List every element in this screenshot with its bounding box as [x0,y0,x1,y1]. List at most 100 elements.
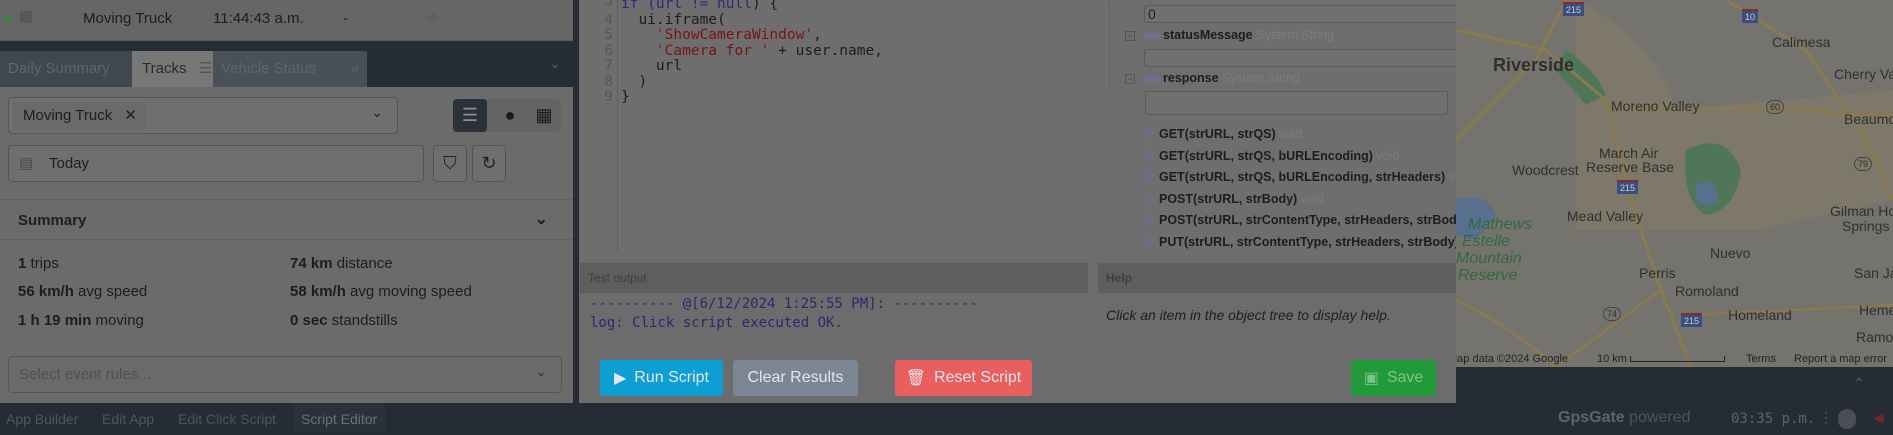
highway-shield: 215 [1563,2,1585,16]
vehicle-select[interactable]: Moving Truck ✕ ⌄ [8,97,398,134]
stat-avg-moving-speed: 58 km/h avg moving speed [290,283,472,300]
property-icon [1144,76,1160,82]
tree-method[interactable]: GET(strURL, strQS) void [1145,126,1302,141]
map-label: Romoland [1675,283,1739,299]
tab-app-builder[interactable]: App Builder [6,403,78,433]
value-field[interactable]: 0 [1144,5,1464,23]
map-label: Reserve [1458,267,1518,284]
summary-header[interactable]: Summary ⌄ [0,199,573,240]
tab-script-editor[interactable]: Script Editor [293,403,386,433]
play-icon: ▶ [613,370,627,387]
clock-icon[interactable]: ● [495,99,525,132]
map-label: Moreno Valley [1611,98,1700,114]
map-label: Homeland [1728,307,1792,323]
method-icon [1145,212,1155,226]
tree-method[interactable]: GET(strURL, strQS, bURLEncoding, strHead… [1145,169,1472,184]
notification-icon[interactable]: ◀ [1873,409,1884,426]
camera-off-icon[interactable]: ⊘ [427,10,437,24]
map-terms-link[interactable]: Terms [1746,353,1776,365]
method-icon [1145,126,1155,140]
map-label: Perris [1639,265,1676,281]
tab-edit-click-script[interactable]: Edit Click Script [178,403,276,433]
date-range-field[interactable]: ▤ Today [8,145,424,182]
script-editor-modal: 3 4 5 6 7 8 9 if (url != null) { ui.ifra… [579,0,1494,403]
gpsgate-logo: GpsGate powered [1558,409,1691,426]
map-label: Mathews [1468,216,1533,233]
row-checkbox[interactable] [20,11,32,23]
run-script-button[interactable]: ▶ Run Script [600,360,723,396]
stat-distance: 74 km distance [290,255,393,272]
map-label: Riverside [1493,55,1575,75]
tab-daily-summary[interactable]: Daily Summary [0,51,132,87]
view-toggle: ☰ ● ▦ [453,99,561,132]
map-label: Woodcrest [1512,162,1579,178]
remove-chip-icon[interactable]: ✕ [124,107,137,124]
button-label: Save [1386,369,1424,386]
reset-script-button[interactable]: 🗑 Reset Script [895,360,1032,396]
report-map-error-link[interactable]: Report a map error [1794,353,1887,365]
chevron-down-icon[interactable]: ⌄ [535,209,548,229]
refresh-button[interactable]: ↻ [472,145,506,182]
more-options-icon[interactable]: ⋮ [1819,409,1833,426]
line-number: 9 [604,89,613,105]
avatar[interactable] [1838,409,1856,429]
statusMessage-field[interactable] [1144,49,1464,67]
vehicle-table-row[interactable]: Moving Truck 11:44:43 a.m. - ⊘ [0,0,573,41]
tree-prop-statusMessage[interactable]: statusMessage System.String [1144,28,1334,42]
collapse-icon[interactable]: − [1125,31,1135,41]
line-number: 3 [604,0,613,9]
chevron-down-icon: ⌄ [535,363,547,379]
map-scale: 10 km [1597,353,1726,365]
property-icon [1144,33,1160,39]
response-textarea[interactable] [1145,91,1448,115]
menu-icon[interactable]: ☰ [199,60,212,77]
calendar-icon: ▤ [19,155,34,172]
tree-method[interactable]: POST(strURL, strContentType, strHeaders,… [1145,212,1494,227]
event-rules-placeholder: Select event rules... [19,366,151,383]
tab-edit-app[interactable]: Edit App [102,403,154,433]
clear-results-button[interactable]: Clear Results [733,360,858,396]
clock-time: 03:35 p.m. [1731,411,1816,427]
map-label: Ramona [1856,329,1893,345]
save-button[interactable]: ▣ Save [1351,360,1436,396]
collapse-icon[interactable]: − [1125,74,1135,84]
test-output-header: Test output [580,263,1088,293]
summary-title: Summary [18,212,87,229]
list-view-icon[interactable]: ☰ [453,99,487,132]
map-label: Beaumont [1844,111,1893,127]
stat-trips: 1 trips [18,255,59,272]
stat-avg-speed: 56 km/h avg speed [18,283,148,300]
table-view-icon[interactable]: ▦ [529,99,559,132]
help-header: Help [1098,263,1456,293]
map-label: Springs [1842,218,1890,234]
event-rules-select[interactable]: Select event rules... ⌄ [8,356,562,393]
highway-shield: 215 [1617,180,1639,194]
tree-method[interactable]: PUT(strURL, strContentType, strHeaders, … [1145,234,1485,249]
status-dot [6,16,12,22]
vehicle-time: 11:44:43 a.m. [213,10,304,27]
tree-method[interactable]: POST(strURL, strBody) void [1145,191,1324,206]
panel-tabs: Daily Summary Tracks ☰ Vehicle Status » ⌄ [0,41,573,87]
chip-label: Moving Truck [23,107,113,124]
trash-icon: 🗑 [905,370,927,387]
highway-shield: 215 [1681,313,1703,327]
map[interactable]: Riverside Calimesa Cherry Valley Moreno … [1456,0,1893,367]
method-icon [1145,191,1155,205]
highway-shield: 74 [1603,307,1622,321]
line-number: 5 [604,27,613,43]
output-line: ---------- @[6/12/2024 1:25:55 PM]: ----… [590,296,978,312]
chevron-up-icon[interactable]: ⌃ [1853,375,1865,392]
test-output: ---------- @[6/12/2024 1:25:55 PM]: ----… [590,295,978,333]
code-line: 'ShowCameraWindow', [655,27,822,43]
code-line: url [621,58,683,74]
map-attribution: Map data ©2024 Google [1456,353,1569,365]
chevron-down-icon[interactable]: ⌄ [549,55,561,72]
more-tabs-icon[interactable]: » [351,51,359,87]
code-editor[interactable]: 3 4 5 6 7 8 9 if (url != null) { ui.ifra… [579,0,1089,262]
tab-vehicle-status[interactable]: Vehicle Status » [213,51,367,87]
tab-tracks[interactable]: Tracks ☰ [132,51,213,87]
filter-button[interactable]: ⛉ [433,145,467,182]
bottom-bar: App Builder Edit App Edit Click Script S… [0,403,1893,433]
tree-method[interactable]: GET(strURL, strQS, bURLEncoding) void [1145,148,1399,163]
tree-prop-response[interactable]: response System.String [1144,71,1300,85]
